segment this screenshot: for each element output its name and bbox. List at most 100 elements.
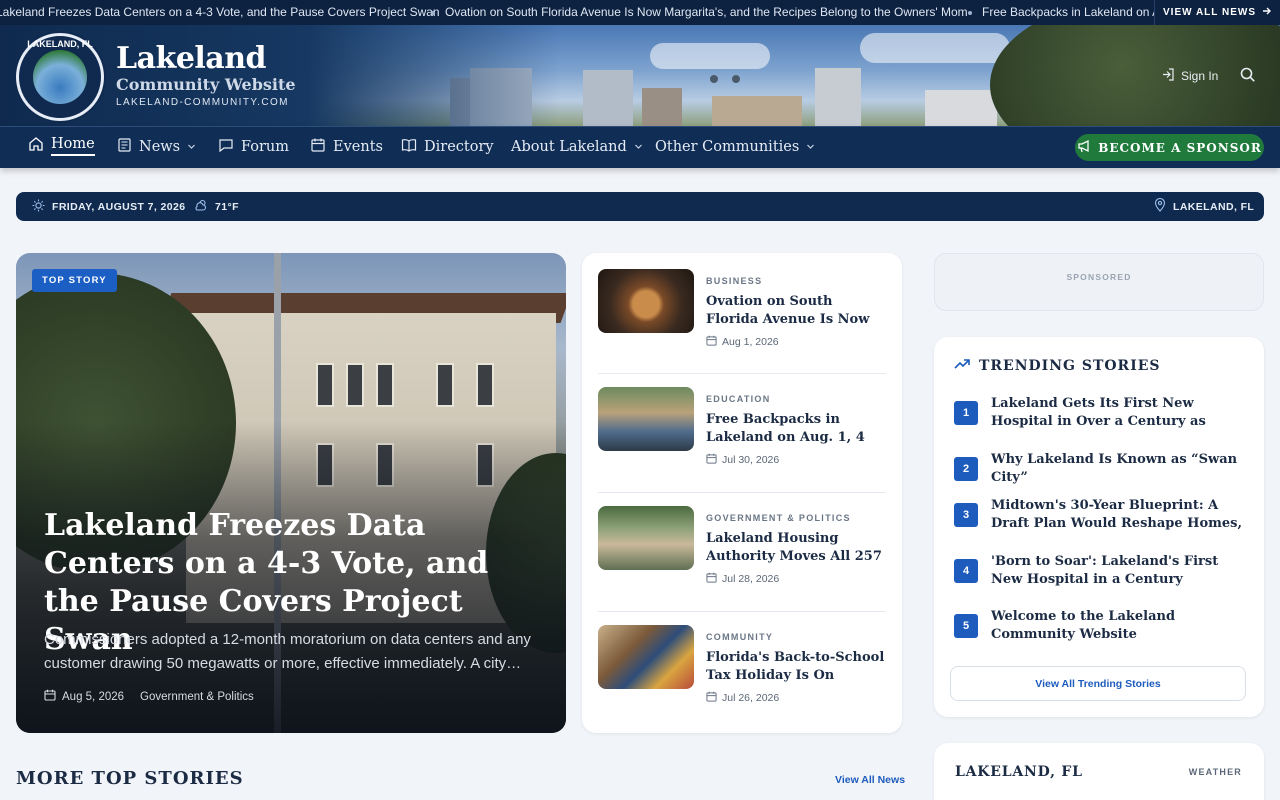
nav-item-label: Home	[51, 136, 95, 156]
current-location-text: LAKELAND, FL	[1173, 200, 1255, 213]
nav-item-directory[interactable]: Directory	[401, 127, 494, 167]
trending-rank: 1	[954, 401, 978, 425]
story-date-text: Jul 28, 2026	[722, 573, 780, 585]
ticker-item[interactable]: Ovation on South Florida Avenue Is Now M…	[431, 5, 968, 19]
current-date: FRIDAY, AUGUST 7, 2026	[32, 192, 185, 221]
current-location: LAKELAND, FL	[1154, 192, 1254, 221]
latest-stories-list: BUSINESS Ovation on South Florida Avenue…	[582, 253, 902, 733]
story-date-text: Aug 1, 2026	[722, 336, 779, 348]
nav-item-label: Forum	[241, 139, 290, 155]
ticker-item-text: Free Backpacks in Lakeland on Aug. 1, 4 …	[982, 5, 1160, 19]
nav-item-forum[interactable]: Forum	[218, 127, 289, 167]
sign-in-link[interactable]: Sign In	[1162, 68, 1218, 84]
nav-item-other-communities[interactable]: Other Communities	[655, 127, 815, 167]
become-a-sponsor-button[interactable]: BECOME A SPONSOR	[1075, 134, 1264, 161]
trending-title[interactable]: Why Lakeland Is Known as “Swan City”	[991, 451, 1245, 487]
calendar-icon	[310, 137, 326, 157]
trending-rank: 4	[954, 559, 978, 583]
ticker-track: Lakeland Freezes Data Centers on a 4-3 V…	[0, 5, 1160, 21]
story-date-text: Jul 26, 2026	[722, 692, 780, 704]
calendar-icon	[706, 572, 717, 586]
nav-item-events[interactable]: Events	[310, 127, 383, 167]
trending-title[interactable]: Lakeland Gets Its First New Hospital in …	[991, 395, 1245, 431]
nav-item-label: Directory	[424, 139, 494, 155]
site-title[interactable]: Lakeland	[116, 41, 267, 76]
skyline-building	[815, 68, 861, 126]
newspaper-icon	[116, 137, 132, 157]
trending-title[interactable]: Welcome to the Lakeland Community Websit…	[991, 608, 1245, 644]
search-icon[interactable]	[1240, 67, 1256, 83]
view-all-trending-button[interactable]: View All Trending Stories	[950, 666, 1246, 701]
story-divider	[598, 611, 886, 612]
calendar-icon	[706, 453, 717, 467]
skyline-building	[712, 96, 802, 126]
story-item[interactable]: GOVERNMENT & POLITICS Lakeland Housing A…	[598, 506, 886, 625]
trending-rank: 2	[954, 457, 978, 481]
header-tree	[990, 25, 1280, 126]
arrow-right-icon	[1262, 6, 1272, 19]
view-all-news-label: VIEW ALL NEWS	[1163, 7, 1256, 18]
header-cloud	[860, 33, 1010, 63]
city-seal-logo[interactable]: LAKELAND, FL	[16, 33, 104, 121]
story-item[interactable]: COMMUNITY Florida's Back-to-School Tax H…	[598, 625, 886, 744]
story-date-text: Jul 30, 2026	[722, 454, 780, 466]
chat-icon	[218, 137, 234, 157]
main-nav: Home News Forum Events Directory About L…	[0, 126, 1280, 168]
view-all-news-button[interactable]: VIEW ALL NEWS	[1154, 0, 1280, 25]
calendar-icon	[706, 335, 717, 349]
trending-rank: 5	[954, 614, 978, 638]
sponsored-label: SPONSORED	[1066, 272, 1132, 282]
site-url: LAKELAND-COMMUNITY.COM	[116, 97, 289, 108]
story-thumbnail[interactable]	[598, 269, 694, 333]
nav-item-label: Events	[333, 139, 383, 155]
date-weather-bar: FRIDAY, AUGUST 7, 2026 71°F LAKELAND, FL	[16, 192, 1264, 221]
carousel-dot[interactable]	[710, 75, 718, 83]
skyline-building	[925, 90, 997, 126]
megaphone-icon	[1077, 139, 1091, 156]
nav-item-label: About Lakeland	[511, 139, 627, 155]
story-category: GOVERNMENT & POLITICS	[706, 513, 851, 523]
calendar-icon	[706, 691, 717, 705]
skyline-building	[583, 70, 633, 126]
story-thumbnail[interactable]	[598, 625, 694, 689]
carousel-dots[interactable]	[710, 70, 754, 88]
top-story-card[interactable]: TOP STORY Lakeland Freezes Data Centers …	[16, 253, 566, 733]
nav-item-news[interactable]: News	[116, 127, 196, 167]
seal-text: LAKELAND, FL	[27, 39, 93, 49]
bullet-icon	[968, 10, 972, 15]
story-date: Jul 28, 2026	[706, 572, 779, 586]
story-title[interactable]: Florida's Back-to-School Tax Holiday Is …	[706, 649, 886, 685]
trending-heading-text: TRENDING STORIES	[979, 358, 1161, 374]
nav-item-home[interactable]: Home	[28, 127, 95, 167]
carousel-dot[interactable]	[732, 75, 740, 83]
story-thumbnail[interactable]	[598, 506, 694, 570]
site-subtitle: Community Website	[116, 75, 296, 94]
sun-icon	[32, 199, 45, 215]
story-title[interactable]: Lakeland Housing Authority Moves All 257…	[706, 530, 886, 566]
current-date-text: FRIDAY, AUGUST 7, 2026	[52, 200, 186, 213]
story-thumbnail[interactable]	[598, 387, 694, 451]
calendar-icon	[44, 689, 56, 704]
trending-rank: 3	[954, 503, 978, 527]
home-icon	[28, 136, 44, 156]
story-item[interactable]: BUSINESS Ovation on South Florida Avenue…	[598, 269, 886, 388]
become-a-sponsor-label: BECOME A SPONSOR	[1098, 140, 1262, 155]
story-divider	[598, 373, 886, 374]
top-story-category[interactable]: Government & Politics	[140, 691, 254, 703]
story-date: Jul 26, 2026	[706, 691, 779, 705]
story-item[interactable]: EDUCATION Free Backpacks in Lakeland on …	[598, 387, 886, 506]
story-title[interactable]: Free Backpacks in Lakeland on Aug. 1, 4 …	[706, 411, 886, 447]
ticker-item[interactable]: Lakeland Freezes Data Centers on a 4-3 V…	[0, 5, 440, 19]
top-story-summary: Commissioners adopted a 12-month morator…	[44, 631, 531, 672]
view-all-news-link[interactable]: View All News	[835, 774, 905, 786]
trending-title[interactable]: Midtown's 30-Year Blueprint: A Draft Pla…	[991, 497, 1245, 533]
nav-item-about-lakeland[interactable]: About Lakeland	[511, 127, 643, 167]
story-title[interactable]: Ovation on South Florida Avenue Is Now M…	[706, 293, 886, 329]
ticker-item-text: Ovation on South Florida Avenue Is Now M…	[445, 5, 968, 19]
chevron-down-icon	[187, 139, 196, 155]
ticker-item[interactable]: Free Backpacks in Lakeland on Aug. 1, 4 …	[968, 5, 1160, 19]
weather-location: LAKELAND, FL	[955, 764, 1083, 780]
trending-title[interactable]: 'Born to Soar': Lakeland's First New Hos…	[991, 553, 1245, 589]
sponsored-ad-slot[interactable]: SPONSORED	[934, 253, 1264, 311]
story-category: BUSINESS	[706, 276, 763, 286]
